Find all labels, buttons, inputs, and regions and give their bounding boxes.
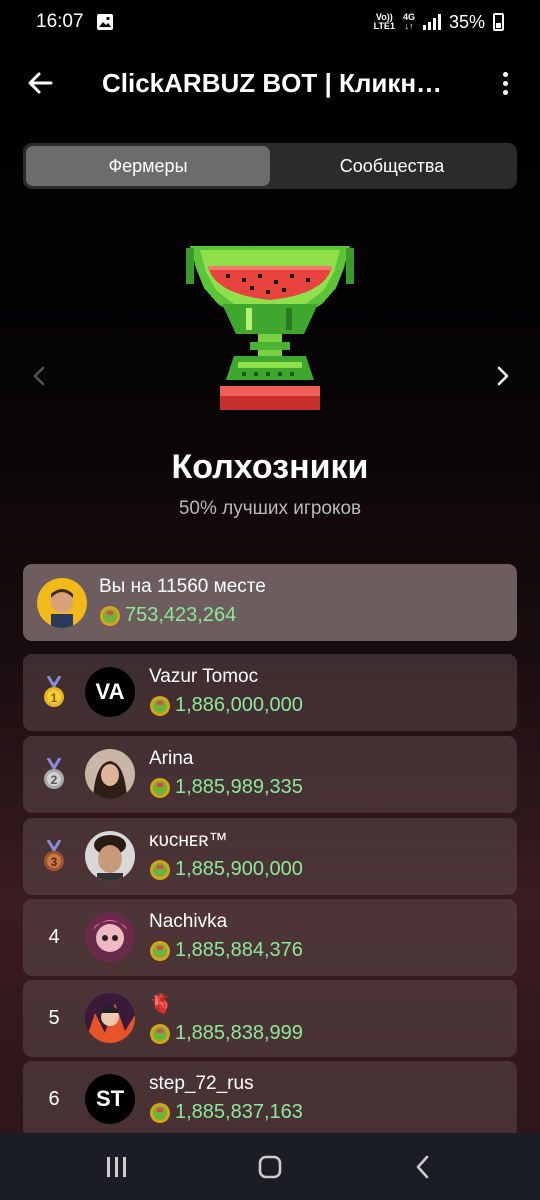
league-subtitle: 50% лучших игроков <box>178 498 362 519</box>
avatar <box>85 993 135 1043</box>
my-rank-label: Вы на 11560 месте <box>99 576 266 597</box>
leaderboard-row[interactable]: 4 Nachivka 1,885,884,376 <box>23 899 517 976</box>
more-vertical-icon <box>502 71 508 77</box>
home-icon <box>258 1155 282 1178</box>
status-bar: 16:07 Vo)) LTE1 4G ↓↑ 35% <box>0 0 540 44</box>
gallery-notification-icon <box>96 14 113 30</box>
player-name: Vazur Tomoc <box>149 666 259 687</box>
network-type-indicator: 4G ↓↑ <box>402 12 415 31</box>
rank-number: 5 <box>48 1007 60 1029</box>
watermelon-coin-icon <box>150 940 170 961</box>
leaderboard-row[interactable]: 5 🫀 1,885,838,999 <box>23 980 517 1057</box>
watermelon-coin-icon <box>150 859 170 880</box>
avatar <box>85 912 135 962</box>
player-score: 1,885,838,999 <box>175 1022 303 1044</box>
player-name: ᴋᴜᴄʜᴇʀ™ <box>149 830 228 851</box>
watermelon-coin-icon <box>100 605 120 626</box>
status-indicators: Vo)) LTE1 4G ↓↑ 35% <box>374 12 504 33</box>
player-score: 1,885,989,335 <box>175 776 303 798</box>
arrow-left-icon <box>28 72 53 94</box>
system-nav-bar <box>0 1133 540 1200</box>
page-title: ClickARBUZ BOT | Кликн… <box>102 67 443 98</box>
player-name: 🫀 <box>149 994 173 1015</box>
more-menu-button[interactable] <box>490 68 520 98</box>
tab-farmers[interactable]: Фермеры <box>26 146 270 186</box>
leaderboard-row[interactable]: 1 VA Vazur Tomoc 1,886,000,000 <box>23 654 517 731</box>
player-score: 1,885,837,163 <box>175 1101 303 1123</box>
bronze-medal-icon: 3 <box>37 818 71 895</box>
tab-communities[interactable]: Сообщества <box>270 146 514 186</box>
volte-indicator: Vo)) LTE1 <box>373 12 395 31</box>
avatar <box>85 749 135 799</box>
svg-text:3: 3 <box>51 855 58 869</box>
player-score: 1,885,884,376 <box>175 939 303 961</box>
avatar <box>37 578 87 628</box>
leaderboard-row[interactable]: 6 ST step_72_rus 1,885,837,163 <box>23 1061 517 1138</box>
app-bar: ClickARBUZ BOT | Кликн… <box>0 52 540 114</box>
recent-apps-icon <box>106 1156 126 1177</box>
watermelon-trophy-icon <box>186 246 354 410</box>
gold-medal-icon: 1 <box>37 654 71 731</box>
watermelon-coin-icon <box>150 1023 170 1044</box>
watermelon-coin-icon <box>150 777 170 798</box>
watermelon-coin-icon <box>150 695 170 716</box>
avatar: ST <box>85 1074 135 1124</box>
leaderboard-row[interactable]: 3 ᴋᴜᴄʜᴇʀ™ 1,885,900,000 <box>23 818 517 895</box>
player-score: 1,885,900,000 <box>175 858 303 880</box>
leaderboard-tabs: Фермеры Сообщества <box>23 143 517 189</box>
player-name: step_72_rus <box>149 1073 254 1094</box>
league-title: Колхозники <box>171 448 369 486</box>
battery-icon <box>493 13 504 31</box>
svg-text:1: 1 <box>51 691 58 705</box>
battery-percent: 35% <box>448 11 485 32</box>
back-nav-button[interactable] <box>393 1142 453 1192</box>
player-name: Nachivka <box>149 911 228 932</box>
previous-league-button[interactable] <box>28 364 52 388</box>
my-score: 753,423,264 <box>125 604 237 626</box>
svg-text:2: 2 <box>51 773 58 787</box>
player-name: Arina <box>149 748 194 769</box>
silver-medal-icon: 2 <box>37 736 71 813</box>
leaderboard-row[interactable]: 2 Arina 1,885,989,335 <box>23 736 517 813</box>
rank-number: 4 <box>48 926 60 948</box>
avatar: VA <box>85 667 135 717</box>
my-rank-card[interactable]: Вы на 11560 месте 753,423,264 <box>23 564 517 641</box>
clock: 16:07 <box>36 11 84 32</box>
rank-number: 6 <box>48 1088 60 1110</box>
watermelon-coin-icon <box>150 1102 170 1123</box>
signal-icon <box>422 14 441 30</box>
home-button[interactable] <box>240 1142 300 1192</box>
avatar <box>85 831 135 881</box>
back-button[interactable] <box>0 52 80 114</box>
player-score: 1,886,000,000 <box>175 694 303 716</box>
recent-apps-button[interactable] <box>87 1142 147 1192</box>
next-league-button[interactable] <box>490 364 514 388</box>
chevron-left-icon <box>417 1155 429 1178</box>
